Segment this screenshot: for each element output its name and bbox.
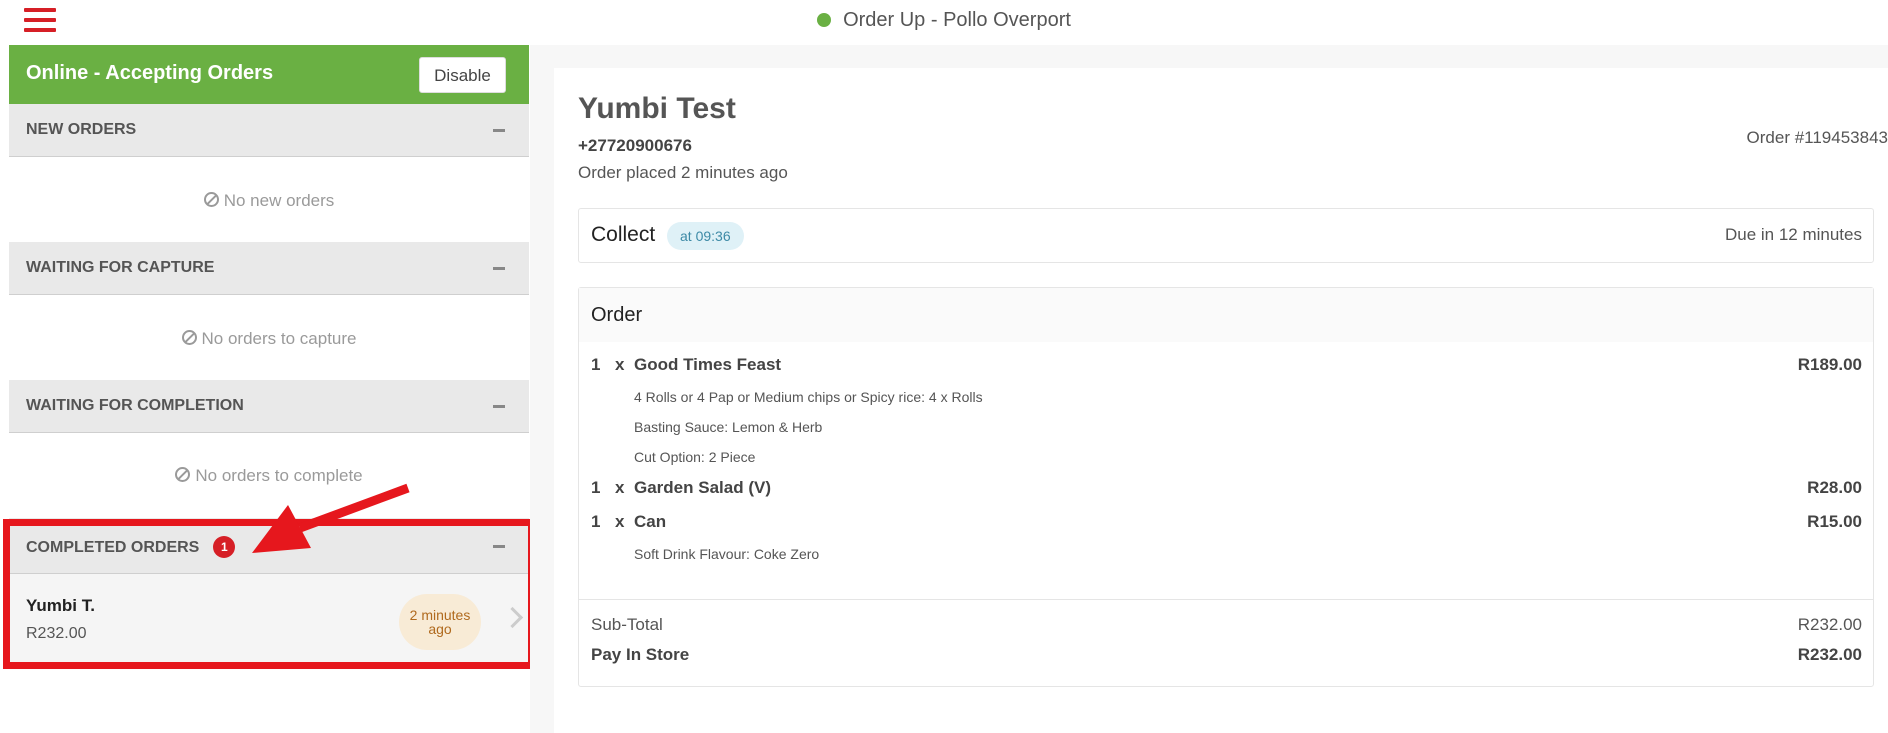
online-status-bar: Online - Accepting Orders Disable <box>9 45 529 104</box>
item-modifier: Basting Sauce: Lemon & Herb <box>634 419 823 435</box>
item-price: R15.00 <box>1807 512 1862 531</box>
collapse-icon[interactable] <box>493 545 505 548</box>
waiting-completion-empty-text: No orders to complete <box>195 466 363 485</box>
item-qty: 1 <box>591 478 601 497</box>
collect-info-box: Collect at 09:36 Due in 12 minutes <box>578 208 1874 263</box>
payment-total-value: R232.00 <box>1797 645 1862 664</box>
new-orders-empty-text: No new orders <box>223 191 335 210</box>
order-detail-panel: Yumbi Test +27720900676 Order placed 2 m… <box>554 68 1888 733</box>
order-items-box: Order 1 x Good Times Feast R189.00 4 Rol… <box>578 287 1874 687</box>
item-name: Can <box>634 512 667 531</box>
order-time-text: 2 minutes ago <box>409 607 471 637</box>
item-price: R28.00 <box>1807 478 1862 497</box>
top-bar: Order Up - Pollo Overport <box>0 0 1888 44</box>
waiting-completion-title: WAITING FOR COMPLETION <box>26 397 244 414</box>
subtotal-value: R232.00 <box>1797 615 1862 634</box>
customer-name: Yumbi Test <box>578 92 736 125</box>
ban-icon <box>181 330 197 345</box>
item-qty: 1 <box>591 512 601 531</box>
order-time-badge: 2 minutes ago <box>399 594 481 650</box>
waiting-completion-empty: No orders to complete <box>9 466 529 486</box>
orders-sidebar: Online - Accepting Orders Disable NEW OR… <box>9 45 529 733</box>
waiting-capture-header[interactable]: WAITING FOR CAPTURE <box>9 242 529 295</box>
item-modifier: Soft Drink Flavour: Coke Zero <box>634 546 820 562</box>
order-customer-name: Yumbi T. <box>26 596 95 615</box>
item-modifier: Cut Option: 2 Piece <box>634 449 756 465</box>
completed-orders-title: COMPLETED ORDERS 1 <box>26 536 236 558</box>
waiting-capture-empty: No orders to capture <box>9 329 529 349</box>
collect-time-badge: at 09:36 <box>667 222 744 250</box>
new-orders-header[interactable]: NEW ORDERS <box>9 104 529 157</box>
item-name: Good Times Feast <box>634 355 782 374</box>
due-time: Due in 12 minutes <box>1724 225 1862 244</box>
item-price: R189.00 <box>1797 355 1862 374</box>
new-orders-title: NEW ORDERS <box>26 121 137 138</box>
collapse-icon[interactable] <box>493 267 505 270</box>
subtotal-label: Sub-Total <box>591 615 663 634</box>
waiting-capture-empty-text: No orders to capture <box>201 329 357 348</box>
collapse-icon[interactable] <box>493 405 505 408</box>
ban-icon <box>175 467 191 482</box>
item-times: x <box>615 512 625 531</box>
order-placed-time: Order placed 2 minutes ago <box>578 163 788 182</box>
collect-label: Collect <box>591 223 656 246</box>
app-title: Order Up - Pollo Overport <box>0 9 1888 32</box>
new-orders-empty: No new orders <box>9 191 529 211</box>
waiting-completion-header[interactable]: WAITING FOR COMPLETION <box>9 380 529 433</box>
order-items-header: Order <box>579 288 1873 342</box>
app-title-text: Order Up - Pollo Overport <box>843 9 1071 31</box>
ban-icon <box>203 192 219 207</box>
completed-order-card[interactable]: Yumbi T. R232.00 2 minutes ago <box>9 574 529 666</box>
payment-method-label: Pay In Store <box>591 645 690 664</box>
disable-button[interactable]: Disable <box>419 57 506 93</box>
item-name: Garden Salad (V) <box>634 478 771 497</box>
customer-phone: +27720900676 <box>578 136 692 155</box>
order-items-title: Order <box>591 304 643 326</box>
item-qty: 1 <box>591 355 601 374</box>
completed-orders-header[interactable]: COMPLETED ORDERS 1 <box>9 518 529 574</box>
completed-count-badge: 1 <box>213 536 236 558</box>
waiting-capture-title: WAITING FOR CAPTURE <box>26 259 215 276</box>
order-amount: R232.00 <box>26 625 87 642</box>
item-modifier: 4 Rolls or 4 Pap or Medium chips or Spic… <box>634 389 983 405</box>
item-times: x <box>615 478 625 497</box>
chevron-right-icon[interactable] <box>501 606 524 629</box>
completed-orders-title-text: COMPLETED ORDERS <box>26 539 200 556</box>
totals-divider <box>579 599 1873 600</box>
collapse-icon[interactable] <box>493 129 505 132</box>
item-times: x <box>615 355 625 374</box>
online-status-label: Online - Accepting Orders <box>26 62 274 84</box>
order-number: Order #119453843 <box>1746 128 1888 147</box>
online-status-dot <box>817 13 832 27</box>
